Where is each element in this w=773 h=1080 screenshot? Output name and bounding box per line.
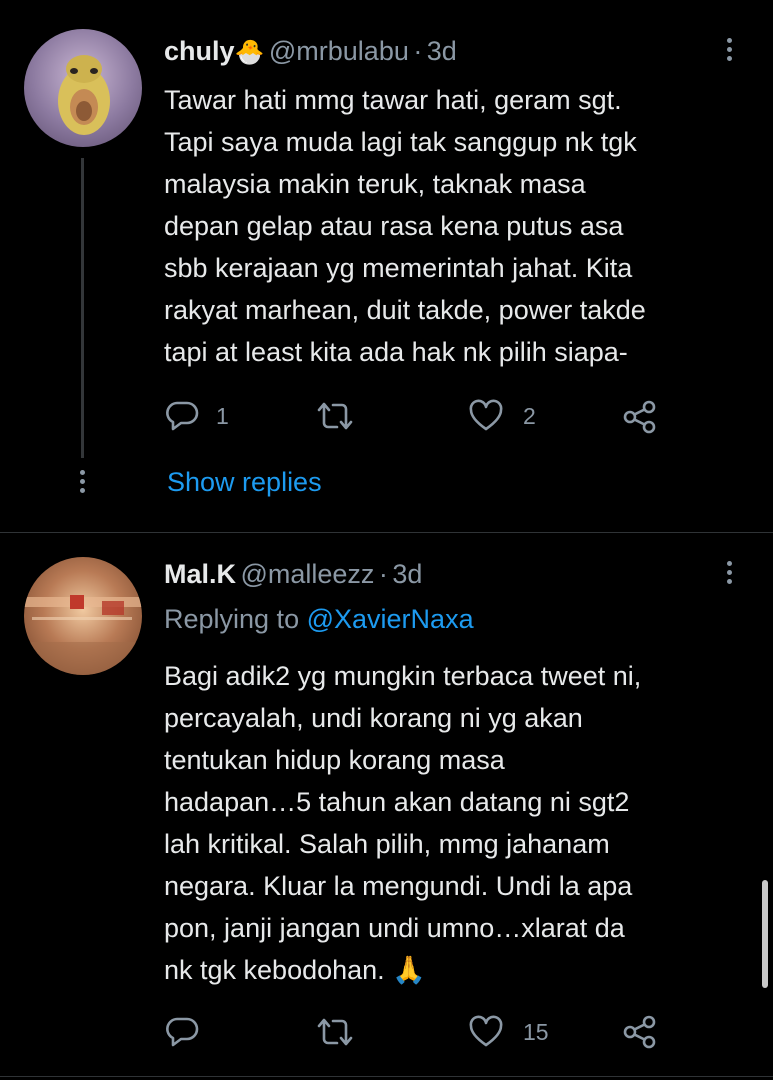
separator-dot: ·: [413, 36, 423, 66]
avatar-duck-image: [58, 55, 110, 135]
tweet-text: Bagi adik2 yg mungkin terbaca tweet ni, …: [164, 655, 641, 991]
more-icon[interactable]: [727, 561, 733, 588]
share-icon: [623, 400, 656, 434]
reply-icon: [166, 1017, 199, 1047]
tweet-line: hadapan…5 tahun akan datang ni sgt2: [164, 787, 630, 817]
display-name[interactable]: Mal.K: [164, 559, 236, 589]
replying-to: Replying to @XavierNaxa: [164, 604, 474, 635]
retweet-icon: [317, 402, 353, 430]
tweet-line: Tawar hati mmg tawar hati, geram sgt.: [164, 85, 622, 115]
avatar-parking-image: [24, 595, 142, 675]
timestamp[interactable]: 3d: [427, 36, 457, 66]
tweet-header: Mal.K @malleezz · 3d: [164, 559, 422, 590]
display-name[interactable]: chuly: [164, 36, 235, 66]
more-icon[interactable]: [727, 38, 733, 65]
tweet-divider: [0, 1076, 773, 1077]
share-button[interactable]: [622, 399, 658, 435]
like-icon: [469, 1015, 503, 1047]
retweet-button[interactable]: [315, 1015, 355, 1049]
thread-line: [81, 158, 84, 458]
tweet-header: chuly🐣 @mrbulabu · 3d: [164, 36, 457, 67]
tweet-line: rakyat marhean, duit takde, power takde: [164, 295, 646, 325]
like-button[interactable]: 15: [468, 1015, 549, 1049]
replying-to-label: Replying to: [164, 604, 300, 634]
share-button[interactable]: [622, 1014, 658, 1050]
tweet-line: Tapi saya muda lagi tak sanggup nk tgk: [164, 127, 637, 157]
handle[interactable]: @mrbulabu: [269, 36, 409, 66]
chick-emoji: 🐣: [234, 39, 265, 66]
separator-dot: ·: [378, 559, 388, 589]
tweet-line: depan gelap atau rasa kena putus asa: [164, 211, 624, 241]
share-icon: [623, 1015, 656, 1049]
replying-to-handle[interactable]: @XavierNaxa: [307, 604, 474, 634]
retweet-icon: [317, 1018, 353, 1046]
reply-button[interactable]: 1: [164, 399, 229, 433]
timestamp[interactable]: 3d: [392, 559, 422, 589]
tweet-divider: [0, 532, 773, 533]
praying-hands-emoji: 🙏: [392, 955, 426, 985]
like-icon: [469, 399, 503, 431]
tweet-text: Tawar hati mmg tawar hati, geram sgt. Ta…: [164, 79, 646, 373]
like-count: 15: [523, 1018, 549, 1045]
retweet-button[interactable]: [315, 399, 355, 433]
tweet-line: negara. Kluar la mengundi. Undi la apa: [164, 871, 633, 901]
tweet-line: tapi at least kita ada hak nk pilih siap…: [164, 337, 628, 367]
like-count: 2: [523, 402, 536, 429]
reply-icon: [166, 401, 199, 431]
like-button[interactable]: 2: [468, 399, 536, 433]
tweet-line-last: nk tgk kebodohan. 🙏: [164, 949, 641, 991]
tweet-line: pon, janji jangan undi umno…xlarat da: [164, 913, 625, 943]
reply-count: 1: [216, 402, 229, 429]
tweet-line: tentukan hidup korang masa: [164, 745, 505, 775]
reply-button[interactable]: [164, 1015, 200, 1049]
tweet-line: Bagi adik2 yg mungkin terbaca tweet ni,: [164, 661, 642, 691]
avatar[interactable]: [24, 29, 142, 147]
tweet-line: malaysia makin teruk, taknak masa: [164, 169, 586, 199]
handle[interactable]: @malleezz: [240, 559, 374, 589]
show-replies-link[interactable]: Show replies: [167, 467, 322, 498]
avatar[interactable]: [24, 557, 142, 675]
tweet-line: percayalah, undi korang ni yg akan: [164, 703, 583, 733]
tweet-line: lah kritikal. Salah pilih, mmg jahanam: [164, 829, 610, 859]
tweet-line: sbb kerajaan yg memerintah jahat. Kita: [164, 253, 633, 283]
tweet-line: nk tgk kebodohan.: [164, 955, 385, 985]
scrollbar-thumb[interactable]: [762, 880, 768, 988]
thread-gap-dots: [80, 470, 86, 497]
